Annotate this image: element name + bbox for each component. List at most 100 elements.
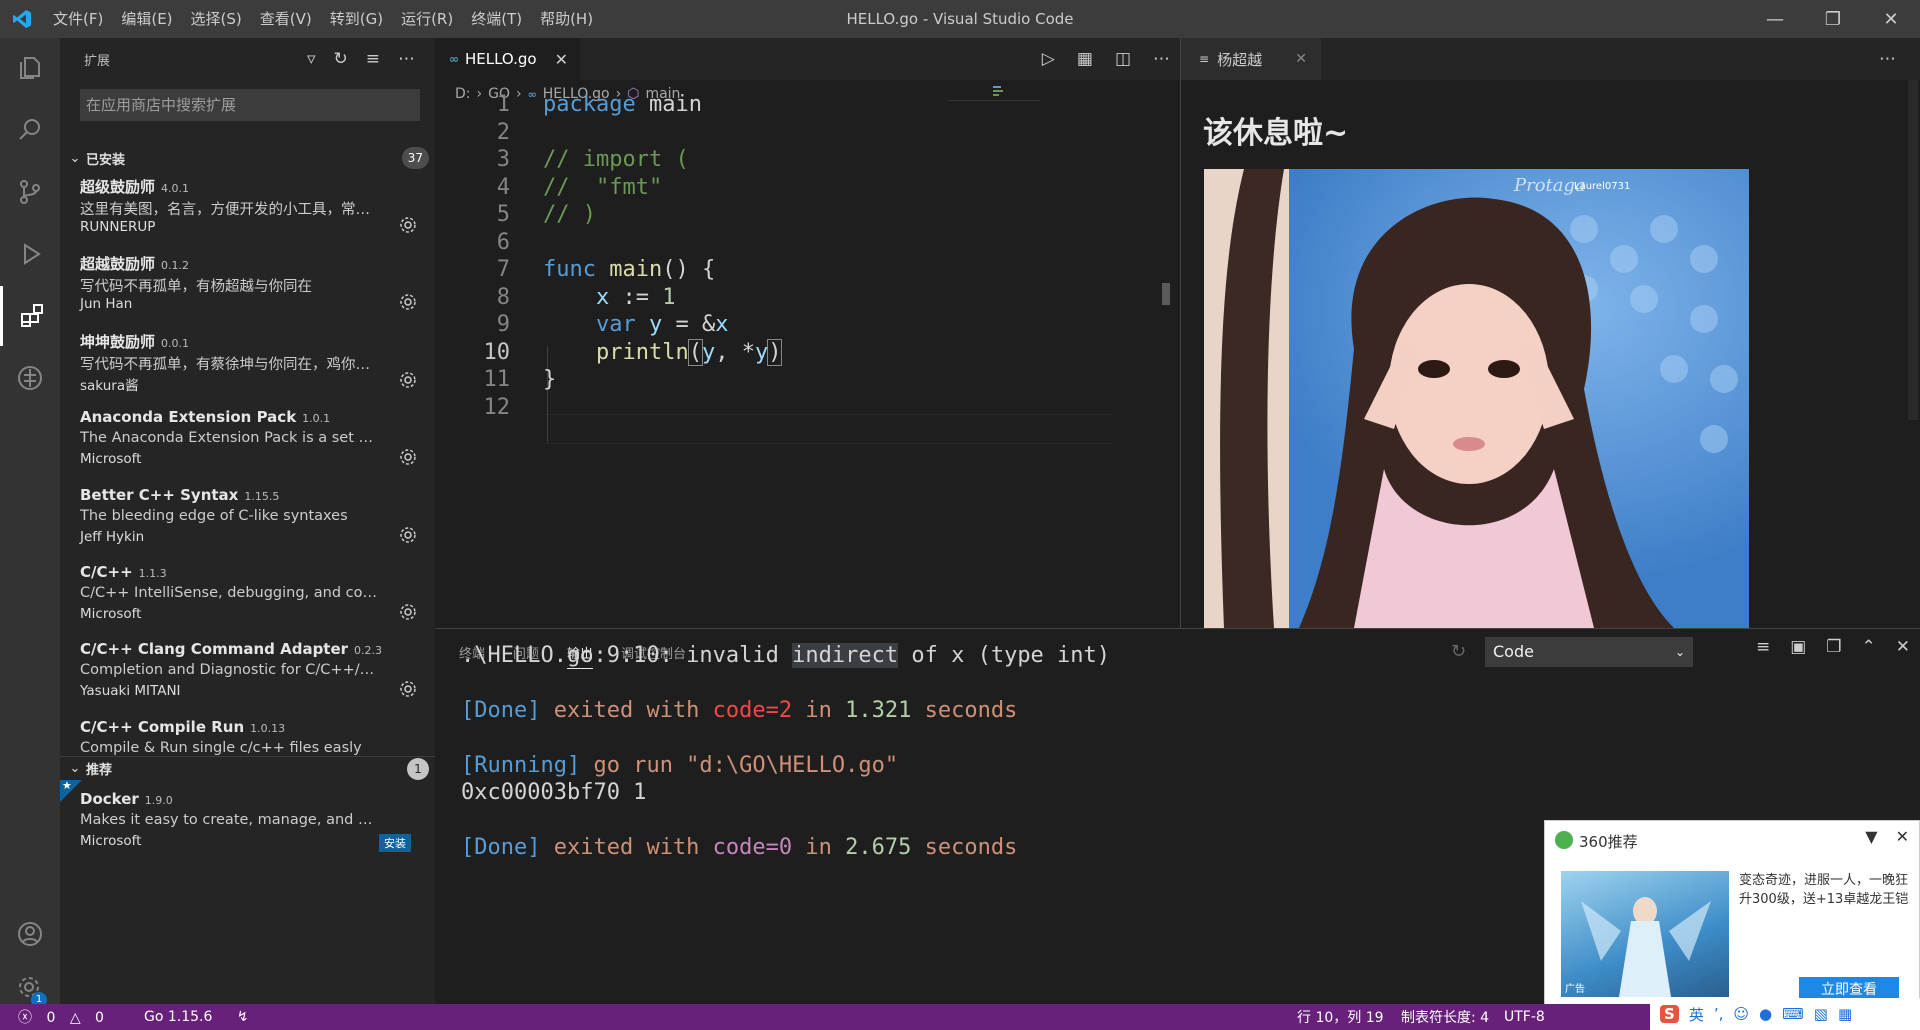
close-window-button[interactable]: ✕ <box>1862 0 1920 38</box>
ad-image[interactable]: 广告 <box>1561 871 1729 997</box>
encoding[interactable]: UTF-8 <box>1504 1009 1545 1025</box>
keyboard-icon[interactable]: ⌨ <box>1782 1005 1804 1023</box>
code-line: func main() { <box>543 257 716 282</box>
menu-file[interactable]: 文件(F) <box>44 0 112 38</box>
extension-item[interactable]: 坤坤鼓励师 0.0.1 写代码不再孤单，有蔡徐坤与你同在，鸡你太... sakur… <box>60 329 435 407</box>
installed-section-header[interactable]: ⌄ 已安装 37 <box>60 146 435 170</box>
run-debug-icon[interactable] <box>0 224 60 284</box>
gear-icon[interactable] <box>399 680 417 698</box>
menu-selection[interactable]: 选择(S) <box>182 0 251 38</box>
recommended-section-header[interactable]: ⌄ 推荐 1 <box>60 756 435 780</box>
emoji-icon[interactable]: ☺ <box>1733 1005 1749 1023</box>
go-file-icon: ∞ <box>449 52 459 66</box>
status-bar: ⓧ 0 △ 0 Go 1.15.6 ↯ 行 10，列 19 制表符长度: 4 U… <box>0 1004 1920 1030</box>
clear-icon[interactable]: ≡ <box>366 49 380 69</box>
gear-icon[interactable] <box>399 603 417 621</box>
cursor-position[interactable]: 行 10，列 19 <box>1297 1007 1384 1027</box>
shirt-icon[interactable]: ▧ <box>1814 1005 1828 1023</box>
punctuation-icon[interactable]: ’, <box>1714 1005 1724 1023</box>
dropdown-icon[interactable]: ▼ <box>1865 827 1877 846</box>
source-control-icon[interactable] <box>0 162 60 222</box>
minimize-button[interactable]: — <box>1746 0 1804 38</box>
recommended-label: 推荐 <box>86 763 113 778</box>
preview-scrollbar[interactable] <box>1908 80 1918 420</box>
extension-item[interactable]: 超越鼓励师 0.1.2 写代码不再孤单，有杨超越与你同在 Jun Han <box>60 251 435 329</box>
more-actions-icon[interactable]: ⋯ <box>398 49 415 69</box>
output-channel-select[interactable]: Code ⌄ <box>1485 637 1693 667</box>
gear-icon[interactable] <box>399 216 417 234</box>
editor-toolbar: ▷ ▦ ◫ ⋯ <box>1042 38 1170 80</box>
extension-item[interactable]: C/C++ 1.1.3 C/C++ IntelliSense, debugging… <box>60 561 435 639</box>
refresh-icon[interactable]: ↻ <box>1451 637 1466 667</box>
open-log-icon[interactable]: ❐ <box>1826 637 1841 657</box>
close-popup-icon[interactable]: ✕ <box>1896 827 1909 846</box>
extension-item[interactable]: 超级鼓励师 4.0.1 这里有美图，名言，方便开发的小工具，常见... RUNNE… <box>60 174 435 252</box>
extension-version: 1.0.1 <box>302 412 331 425</box>
code-editor[interactable]: 1 2 3 4 5 6 7 8 9 10 11 12 package main … <box>435 86 1180 628</box>
tab-size[interactable]: 制表符长度: 4 <box>1401 1007 1489 1027</box>
refresh-icon[interactable]: ↻ <box>334 49 348 69</box>
more-actions-icon[interactable]: ⋯ <box>1879 38 1896 80</box>
extension-search-input[interactable]: 在应用商店中搜索扩展 <box>80 89 420 121</box>
preview-icon: ≡ <box>1199 52 1210 66</box>
window-controls: — ❐ ✕ <box>1746 0 1920 38</box>
clear-output-icon[interactable]: ≡ <box>1756 637 1770 657</box>
gift-icon[interactable]: ▦ <box>1077 49 1093 69</box>
install-button[interactable]: 安装 <box>379 834 411 852</box>
extension-item[interactable]: Anaconda Extension Pack 1.0.1 The Anacond… <box>60 406 435 484</box>
menu-terminal[interactable]: 终端(T) <box>462 0 531 38</box>
menu-view[interactable]: 查看(V) <box>251 0 321 38</box>
ime-language[interactable]: 英 <box>1689 1004 1704 1025</box>
filter-icon[interactable]: ▿ <box>307 49 316 69</box>
sogou-s-icon[interactable]: S <box>1660 1005 1679 1023</box>
close-tab-icon[interactable]: ✕ <box>555 50 568 69</box>
extension-item[interactable]: Better C++ Syntax 1.15.5 The bleeding edg… <box>60 484 435 562</box>
split-editor-icon[interactable]: ◫ <box>1115 49 1131 69</box>
menu-go[interactable]: 转到(G) <box>321 0 392 38</box>
output-line: [Done] exited with code=0 in 2.675 secon… <box>461 835 1017 860</box>
close-tab-icon[interactable]: ✕ <box>1295 51 1307 67</box>
extension-name: Docker 1.9.0 <box>80 790 173 808</box>
restore-button[interactable]: ❐ <box>1804 0 1862 38</box>
go-version[interactable]: Go 1.15.6 ↯ <box>134 1009 259 1025</box>
menu-edit[interactable]: 编辑(E) <box>112 0 181 38</box>
lock-icon[interactable]: ▣ <box>1790 637 1806 657</box>
extension-publisher: RUNNERUP <box>80 219 156 235</box>
gear-icon[interactable] <box>399 448 417 466</box>
accounts-icon[interactable] <box>0 904 60 964</box>
line-number: 5 <box>496 202 510 227</box>
microphone-icon[interactable]: ● <box>1759 1005 1772 1023</box>
gear-icon[interactable] <box>399 293 417 311</box>
extension-item[interactable]: ★ Docker 1.9.0 Makes it easy to create, m… <box>60 779 435 866</box>
extension-version: 0.1.2 <box>161 259 190 272</box>
gear-icon[interactable] <box>399 526 417 544</box>
close-panel-icon[interactable]: ✕ <box>1896 637 1910 657</box>
run-code-icon[interactable]: ▷ <box>1042 49 1055 69</box>
ad-text: 变态奇迹，进服一人，一晚狂升300级，送+13卓越龙王铠 <box>1739 873 1909 907</box>
tab-label: 杨超越 <box>1217 50 1263 69</box>
output-text: indirect <box>792 643 899 668</box>
extension-publisher: Microsoft <box>80 606 142 622</box>
code-line: // "fmt" <box>543 175 663 200</box>
tab-hello-go[interactable]: ∞ HELLO.go ✕ <box>435 38 580 80</box>
problems-indicator[interactable]: ⓧ 0 △ 0 <box>18 1007 114 1027</box>
output-line: .\HELLO.go:9:10: invalid indirect of x (… <box>461 643 1110 668</box>
gear-icon[interactable] <box>399 371 417 389</box>
extension-item[interactable]: C/C++ Clang Command Adapter 0.2.3 Complet… <box>60 638 435 716</box>
editor-scrollbar[interactable] <box>1162 283 1170 305</box>
menu-run[interactable]: 运行(R) <box>392 0 462 38</box>
toolbox-icon[interactable]: ▦ <box>1838 1005 1852 1023</box>
maximize-panel-icon[interactable]: ⌃ <box>1862 637 1876 657</box>
more-actions-icon[interactable]: ⋯ <box>1153 49 1170 69</box>
menu-help[interactable]: 帮助(H) <box>531 0 602 38</box>
search-icon[interactable] <box>0 100 60 160</box>
line-number: 1 <box>496 92 510 117</box>
tab-preview[interactable]: ≡ 杨超越 ✕ <box>1181 38 1321 80</box>
code-line: package main <box>543 92 702 117</box>
minimap[interactable] <box>993 86 1007 100</box>
remote-explorer-icon[interactable] <box>0 348 60 408</box>
extensions-icon[interactable] <box>0 286 60 346</box>
extension-version: 1.0.13 <box>250 722 286 735</box>
explorer-icon[interactable] <box>0 38 60 98</box>
ime-toolbar: S 英 ’, ☺ ● ⌨ ▧ ▦ <box>1650 998 1920 1030</box>
